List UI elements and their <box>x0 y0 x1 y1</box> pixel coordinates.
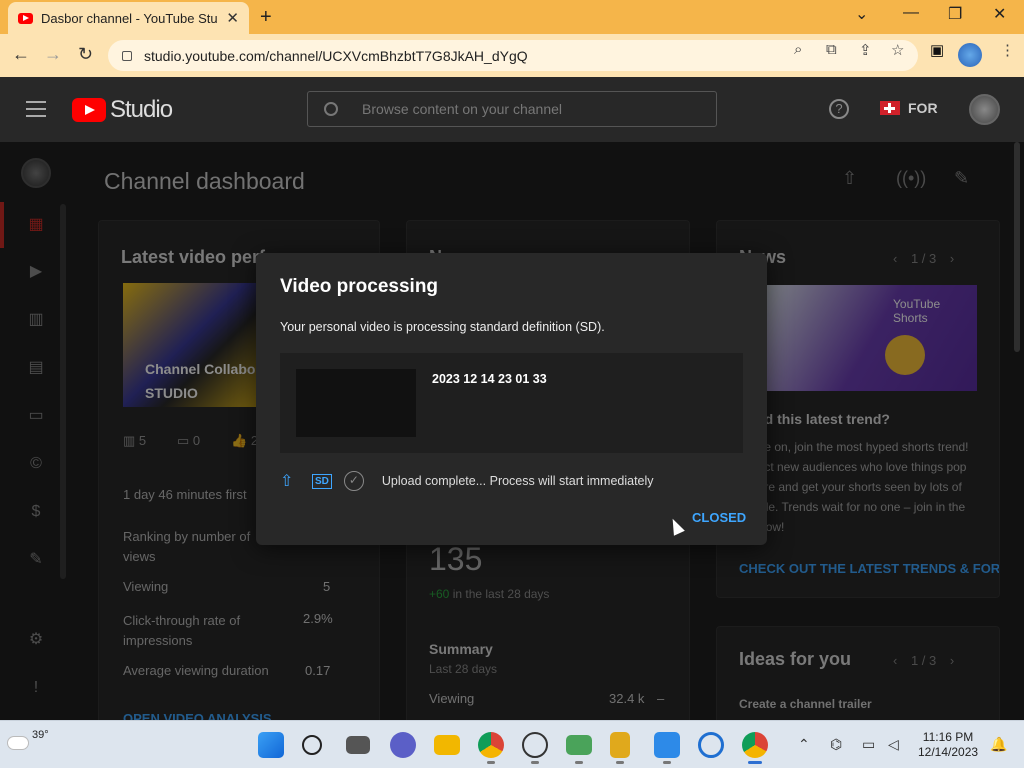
video-processing-dialog: Video processing Your personal video is … <box>256 253 767 545</box>
minimize-button[interactable]: — <box>903 4 919 22</box>
chrome-icon[interactable] <box>478 732 504 758</box>
taskbar-search-icon[interactable] <box>302 735 322 755</box>
browser-tab-bar: Dasbor channel - YouTube Studio ✕ + ⌄ — … <box>0 0 1024 34</box>
youtube-play-icon <box>72 98 106 122</box>
chrome-active-indicator <box>748 761 762 764</box>
side-panel-icon[interactable]: ▣ <box>930 41 944 59</box>
profile-avatar[interactable] <box>958 43 982 67</box>
restore-button[interactable]: ❐ <box>948 4 962 24</box>
back-button[interactable]: ← <box>12 44 30 65</box>
url-text: studio.youtube.com/channel/UCXVcmBhzbtT7… <box>144 47 528 64</box>
chrome-active-icon[interactable] <box>742 732 768 758</box>
check-circle-icon: ✓ <box>343 471 364 491</box>
clock-date: 12/14/2023 <box>918 745 979 759</box>
dialog-message: Your personal video is processing standa… <box>280 320 605 334</box>
clock-time: 11:16 PM <box>922 730 974 744</box>
browser-tab[interactable]: Dasbor channel - YouTube Studio ✕ <box>8 2 249 34</box>
browser-toolbar: ← → ↻ studio.youtube.com/channel/UCXVcmB… <box>0 34 1024 77</box>
share-app-running-indicator <box>663 761 671 764</box>
translate-icon[interactable]: ⧉ <box>826 41 837 58</box>
dialog-title: Video processing <box>280 276 439 297</box>
close-dialog-button[interactable]: CLOSED <box>692 510 746 525</box>
tab-search-icon[interactable]: ⌄ <box>855 4 868 24</box>
share-icon[interactable]: ⇪ <box>859 41 872 59</box>
search-icon <box>324 102 338 116</box>
upload-icon: ⇧ <box>280 473 294 490</box>
zoom-icon[interactable]: ⌕ <box>794 41 802 58</box>
obs-icon[interactable] <box>522 732 548 758</box>
upload-status-text: Upload complete... Process will start im… <box>381 474 654 488</box>
lock-icon <box>122 50 132 61</box>
search-input[interactable]: Browse content on your channel <box>307 91 717 127</box>
country-button[interactable]: FOR <box>880 100 938 116</box>
obs-running-indicator <box>531 761 539 764</box>
image-viewer-icon[interactable] <box>566 735 592 755</box>
close-window-button[interactable]: ✕ <box>993 4 1006 24</box>
youtube-favicon-icon <box>18 12 33 24</box>
notification-bell-icon[interactable]: 🔔 <box>990 736 1007 753</box>
browser-menu-icon[interactable]: ⋮ <box>1000 41 1015 59</box>
hamburger-menu-icon[interactable] <box>26 101 46 122</box>
close-tab-icon[interactable]: ✕ <box>226 9 239 27</box>
search-placeholder: Browse content on your channel <box>362 101 563 117</box>
studio-header: Studio Browse content on your channel ? … <box>0 77 1024 142</box>
forward-button[interactable]: → <box>44 44 62 65</box>
start-button[interactable] <box>258 732 284 758</box>
weather-temp: 39° <box>32 729 49 741</box>
flag-icon <box>880 101 900 115</box>
chrome-running-indicator <box>487 761 495 764</box>
video-name: 2023 12 14 23 01 33 <box>432 372 547 386</box>
help-icon[interactable]: ? <box>829 99 849 119</box>
share-app-icon[interactable] <box>654 732 680 758</box>
video-item: 2023 12 14 23 01 33 <box>280 353 743 453</box>
system-clock[interactable]: 11:16 PM 12/14/2023 <box>918 730 978 760</box>
sd-badge-icon: SD <box>312 473 332 489</box>
display-tray-icon[interactable]: ▭ <box>862 736 875 753</box>
reload-button[interactable]: ↻ <box>78 44 93 65</box>
account-avatar[interactable] <box>969 94 1000 125</box>
bookmark-star-icon[interactable]: ☆ <box>891 41 904 59</box>
show-hidden-icons-chevron-icon[interactable]: ⌃ <box>798 736 810 753</box>
archive-running-indicator <box>616 761 624 764</box>
new-tab-button[interactable]: + <box>260 6 272 29</box>
file-explorer-icon[interactable] <box>434 735 460 755</box>
studio-logo-text: Studio <box>110 96 173 123</box>
teams-icon[interactable] <box>390 732 416 758</box>
studio-logo[interactable]: Studio <box>72 96 173 124</box>
upload-status-row: ⇧ SD ✓ Upload complete... Process will s… <box>280 471 654 491</box>
tab-title: Dasbor channel - YouTube Studio <box>41 10 219 26</box>
cloud-icon <box>8 737 28 749</box>
network-app-icon[interactable] <box>698 732 724 758</box>
image-viewer-running-indicator <box>575 761 583 764</box>
archive-app-icon[interactable] <box>610 732 630 758</box>
volume-muted-icon[interactable]: ◁ <box>888 736 899 753</box>
windows-taskbar: 39° ⌃ ⌬ ▭ ◁ 11:16 PM 12/14/2023 🔔 <box>0 720 1024 768</box>
task-view-icon[interactable] <box>346 736 370 754</box>
country-label: FOR <box>908 100 938 116</box>
network-tray-icon[interactable]: ⌬ <box>830 736 842 753</box>
weather-widget[interactable]: 39° <box>8 729 49 749</box>
video-thumbnail-placeholder <box>296 369 416 437</box>
